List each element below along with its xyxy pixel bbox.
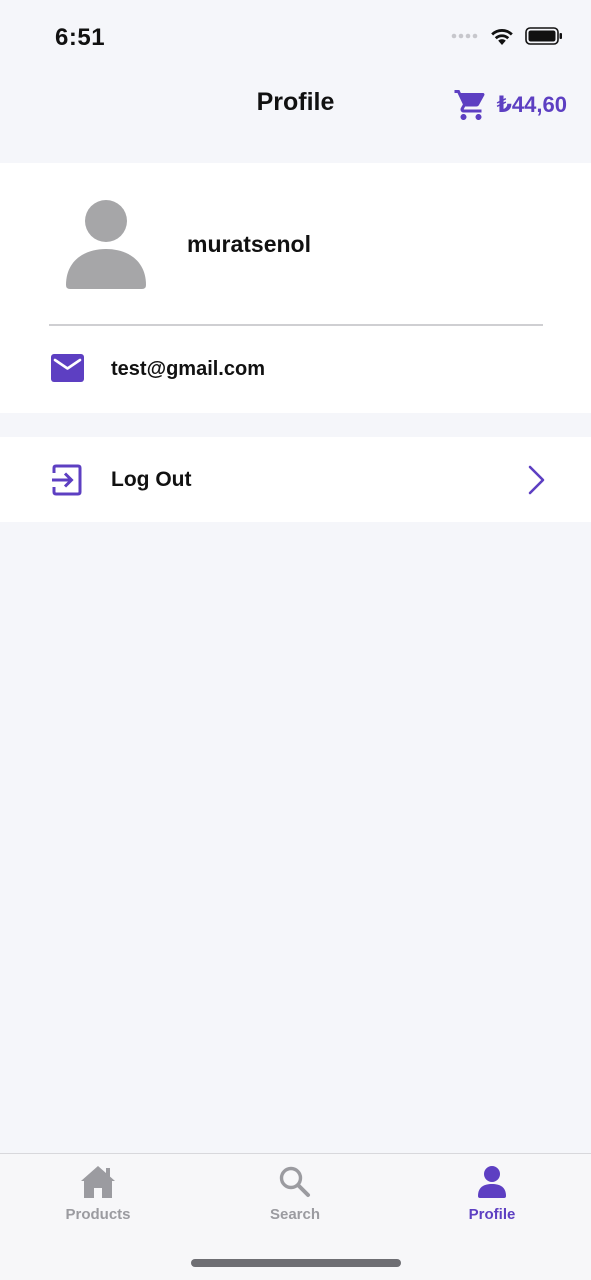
envelope-icon — [51, 354, 84, 382]
username: muratsenol — [187, 231, 311, 257]
avatar-placeholder-icon — [66, 200, 146, 289]
home-indicator[interactable] — [191, 1259, 401, 1267]
status-time: 6:51 — [55, 24, 106, 51]
shopping-cart-icon — [454, 90, 485, 120]
house-icon — [81, 1166, 115, 1198]
status-icons — [451, 26, 563, 46]
tab-label-products: Products — [65, 1206, 131, 1223]
chevron-right-icon — [528, 465, 545, 495]
tab-bar: Products Search Profile — [0, 1153, 591, 1280]
tab-label-search: Search — [269, 1206, 321, 1223]
battery-icon — [525, 27, 562, 45]
logout-button[interactable]: Log Out — [0, 437, 591, 522]
cart-button[interactable]: ₺44,60 — [453, 86, 567, 124]
logout-icon — [52, 464, 82, 496]
magnifier-icon — [279, 1166, 310, 1197]
navigation-bar: Profile ₺44,60 — [0, 70, 591, 162]
cart-total: ₺44,60 — [496, 92, 567, 117]
profile-card: muratsenol test@gmail.com — [0, 163, 591, 413]
tab-label-profile: Profile — [468, 1206, 516, 1223]
signal-icon — [451, 33, 478, 39]
email-text: test@gmail.com — [111, 358, 265, 380]
wifi-icon — [491, 29, 513, 45]
email-row: test@gmail.com — [0, 326, 591, 413]
tab-search[interactable]: Search — [225, 1164, 365, 1234]
tab-products[interactable]: Products — [28, 1164, 168, 1234]
tab-profile[interactable]: Profile — [422, 1164, 562, 1234]
person-icon — [478, 1166, 506, 1198]
logout-label: Log Out — [111, 468, 192, 491]
status-bar: 6:51 — [0, 0, 591, 70]
